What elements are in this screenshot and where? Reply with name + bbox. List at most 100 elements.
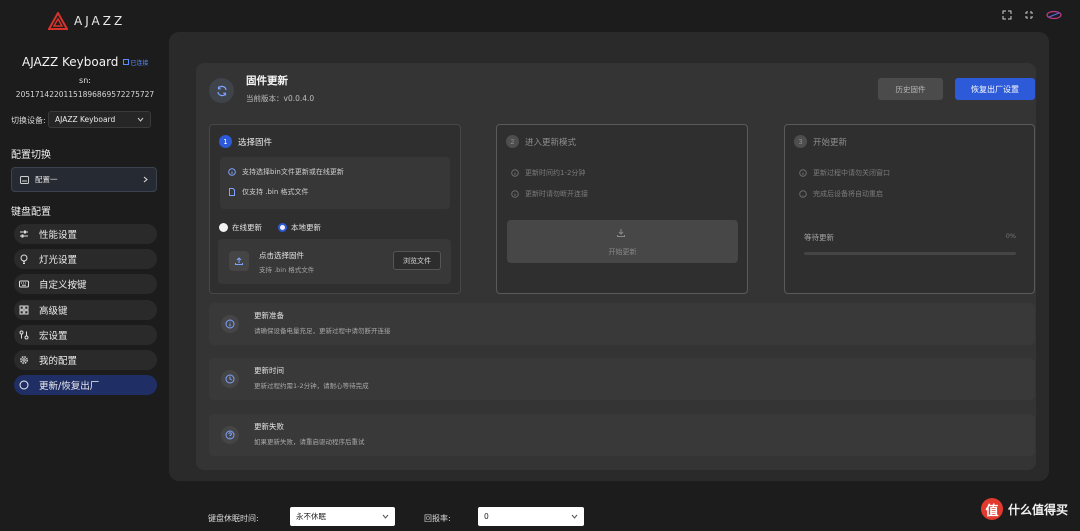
config-section-title: 配置切换 <box>11 150 51 161</box>
circle-icon <box>19 380 29 390</box>
brand-name: AJAZZ <box>74 14 126 28</box>
info-line: 更新时请勿断开连接 <box>511 189 588 199</box>
detail-description: 更新过程约需1-2分钟，请耐心等待完成 <box>254 382 369 390</box>
refresh-icon <box>216 85 227 96</box>
wait-label: 等待更新 <box>804 233 834 242</box>
chevron-down-icon <box>382 514 389 519</box>
info-line: 更新过程中请勿关闭窗口 <box>799 168 890 178</box>
menu-item-my-config[interactable]: 我的配置 <box>14 350 157 370</box>
step-header: 3 开始更新 <box>794 135 847 148</box>
brand-logo: AJAZZ <box>48 12 125 30</box>
detail-icon-wrap <box>221 370 239 388</box>
step-info: 支持选择bin文件更新或在线更新 仅支持 .bin 格式文件 <box>220 157 450 209</box>
step-select-firmware: 1 选择固件 支持选择bin文件更新或在线更新 仅支持 .bin 格式文件 在线… <box>209 124 461 294</box>
radio-label: 在线更新 <box>232 223 262 232</box>
device-name: AJAZZ Keyboard 已连接 <box>22 55 148 69</box>
menu-item-label: 更新/恢复出厂 <box>39 381 100 392</box>
exit-fullscreen-icon[interactable] <box>1024 10 1034 20</box>
step-start-update: 3 开始更新 更新过程中请勿关闭窗口 完成后设备将自动重启 等待更新 0% <box>784 124 1035 294</box>
keyboard-icon <box>19 280 29 288</box>
radio-local-update[interactable]: 本地更新 <box>278 222 321 233</box>
radio-checked[interactable] <box>278 223 287 232</box>
device-switch-select[interactable]: AJAZZ Keyboard <box>48 111 151 128</box>
info-line: 完成后设备将自动重启 <box>799 189 883 199</box>
info-icon <box>511 190 519 198</box>
config-select[interactable]: 配置一 <box>11 167 157 192</box>
report-rate-select[interactable]: 0 <box>478 507 584 526</box>
info-text: 仅支持 .bin 格式文件 <box>242 188 309 196</box>
firmware-icon-wrap <box>209 78 234 103</box>
watermark: 值 什么值得买 <box>980 498 1068 520</box>
menu-item-lighting[interactable]: 灯光设置 <box>14 249 157 269</box>
chevron-right-icon <box>143 176 148 183</box>
menu-item-label: 性能设置 <box>39 230 78 241</box>
bulb-icon <box>20 254 28 264</box>
menu-item-label: 宏设置 <box>39 331 68 342</box>
macro-icon <box>19 330 29 340</box>
step-header: 1 选择固件 <box>219 135 272 148</box>
detail-description: 请确保设备电量充足，更新过程中请勿断开连接 <box>254 327 391 335</box>
sn-label: sn: <box>79 76 91 85</box>
info-text: 完成后设备将自动重启 <box>813 190 883 198</box>
gear-icon <box>20 356 28 364</box>
upload-area[interactable]: 点击选择固件 支持 .bin 格式文件 浏览文件 <box>218 239 451 284</box>
file-icon <box>229 188 235 196</box>
info-line: 仅支持 .bin 格式文件 <box>228 187 309 197</box>
fullscreen-icon[interactable] <box>1002 10 1012 20</box>
help-icon <box>225 430 235 440</box>
device-name-text: AJAZZ Keyboard <box>22 55 119 69</box>
radio-online-update[interactable]: 在线更新 <box>219 222 262 233</box>
menu-item-custom-keys[interactable]: 自定义按键 <box>14 274 157 294</box>
info-icon <box>228 168 236 176</box>
report-rate-label: 回报率: <box>424 514 451 523</box>
menu-item-label: 高级键 <box>39 306 68 317</box>
connection-badge: 已连接 <box>123 58 148 67</box>
info-line: 支持选择bin文件更新或在线更新 <box>228 167 344 177</box>
upload-icon <box>235 257 243 265</box>
update-progress-bar <box>804 252 1016 255</box>
info-icon <box>511 169 519 177</box>
history-firmware-button[interactable]: 历史固件 <box>878 78 943 100</box>
chevron-down-icon <box>571 514 578 519</box>
clock-icon <box>225 374 235 384</box>
info-text: 支持选择bin文件更新或在线更新 <box>242 168 344 176</box>
app-logo-icon[interactable] <box>1046 10 1062 20</box>
watermark-text: 什么值得买 <box>1007 502 1068 517</box>
sleep-time-select[interactable]: 永不休眠 <box>290 507 395 526</box>
detail-update-time: 更新时间 更新过程约需1-2分钟，请耐心等待完成 <box>209 358 1035 400</box>
menu-item-label: 灯光设置 <box>39 255 78 266</box>
chevron-down-icon <box>137 117 144 122</box>
watermark-logo: 值 <box>980 498 1003 520</box>
factory-reset-button[interactable]: 恢复出厂设置 <box>955 78 1035 100</box>
progress-percent: 0% <box>1005 232 1016 240</box>
menu-item-label: 我的配置 <box>39 356 78 367</box>
start-update-button[interactable]: 开始更新 <box>507 220 738 263</box>
menu-item-macro[interactable]: 宏设置 <box>14 325 157 345</box>
sleep-time-value: 永不休眠 <box>296 512 326 521</box>
info-icon <box>225 319 235 329</box>
menu-item-update-reset[interactable]: 更新/恢复出厂 <box>14 375 157 395</box>
start-update-label: 开始更新 <box>608 248 637 256</box>
step-title: 进入更新模式 <box>525 137 577 148</box>
wait-status: 等待更新 0% <box>804 232 1016 243</box>
info-text: 更新时请勿断开连接 <box>525 190 588 198</box>
menu-item-label: 自定义按键 <box>39 280 87 291</box>
radio-unchecked[interactable] <box>219 223 228 232</box>
help-icon <box>799 190 807 198</box>
sleep-time-label: 键盘休眠时间: <box>208 514 259 523</box>
info-line: 更新时间约1-2分钟 <box>511 168 585 178</box>
menu-item-performance[interactable]: 性能设置 <box>14 224 157 244</box>
device-switch-value: AJAZZ Keyboard <box>55 115 116 124</box>
config-icon <box>20 175 29 184</box>
step-number: 1 <box>219 135 232 148</box>
step-number: 3 <box>794 135 807 148</box>
report-rate-value: 0 <box>484 512 489 521</box>
step-header: 2 进入更新模式 <box>506 135 576 148</box>
firmware-title: 固件更新 <box>246 75 288 87</box>
sn-value: 20517142201151896869572275727 <box>15 90 155 99</box>
browse-files-button[interactable]: 浏览文件 <box>393 251 441 270</box>
device-icon <box>123 59 130 65</box>
grid-icon <box>19 305 29 315</box>
sliders-icon <box>20 230 28 238</box>
menu-item-advanced-keys[interactable]: 高级键 <box>14 300 157 320</box>
